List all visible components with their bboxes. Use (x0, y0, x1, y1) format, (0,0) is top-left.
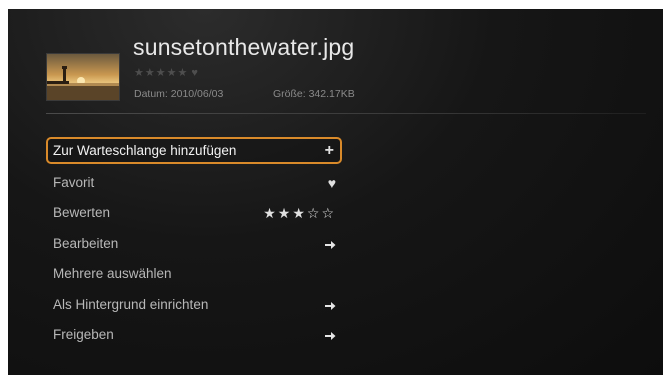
menu-item-label: Bewerten (53, 205, 111, 220)
file-date: Datum: 2010/06/03 (134, 88, 224, 100)
rating-stars: ★★★★★ (134, 67, 189, 79)
menu-item-label: Als Hintergrund einrichten (53, 296, 209, 312)
menu-item-rate[interactable]: Bewerten ★★★☆☆ (46, 198, 342, 229)
rating-stars-icon[interactable]: ★★★☆☆ (263, 198, 336, 229)
file-size: Größe: 342.17KB (273, 88, 355, 100)
menu-item-label: Freigeben (53, 327, 114, 342)
favorite-heart-icon: ♥ (191, 67, 199, 79)
arrow-right-icon (325, 290, 336, 321)
menu-item-set-as-background[interactable]: Als Hintergrund einrichten (46, 290, 342, 321)
file-rating: ★★★★★ ♥ (134, 66, 199, 79)
file-title: sunsetonthewater.jpg (133, 34, 355, 60)
menu-item-add-to-queue[interactable]: Zur Warteschlange hinzufügen + (46, 137, 342, 164)
menu-item-label: Bearbeiten (53, 235, 119, 251)
photo-thumbnail (46, 53, 120, 101)
menu-item-label: Favorit (53, 174, 95, 190)
arrow-right-icon (325, 229, 336, 260)
menu-item-select-multiple[interactable]: Mehrere auswählen (46, 259, 342, 290)
arrow-right-icon (325, 320, 336, 351)
media-detail-screen: sunsetonthewater.jpg ★★★★★ ♥ Datum: 2010/… (8, 9, 663, 375)
menu-item-share[interactable]: Freigeben (46, 320, 342, 351)
menu-item-edit[interactable]: Bearbeiten (46, 229, 342, 260)
plus-icon: + (324, 142, 334, 159)
menu-item-label: Zur Warteschlange hinzufügen (53, 143, 237, 158)
menu-item-label: Mehrere auswählen (53, 266, 172, 281)
options-menu: Zur Warteschlange hinzufügen + Favorit ♥… (46, 137, 342, 351)
header-divider (46, 113, 646, 114)
menu-item-favorite[interactable]: Favorit ♥ (46, 168, 342, 199)
heart-icon: ♥ (327, 174, 336, 191)
